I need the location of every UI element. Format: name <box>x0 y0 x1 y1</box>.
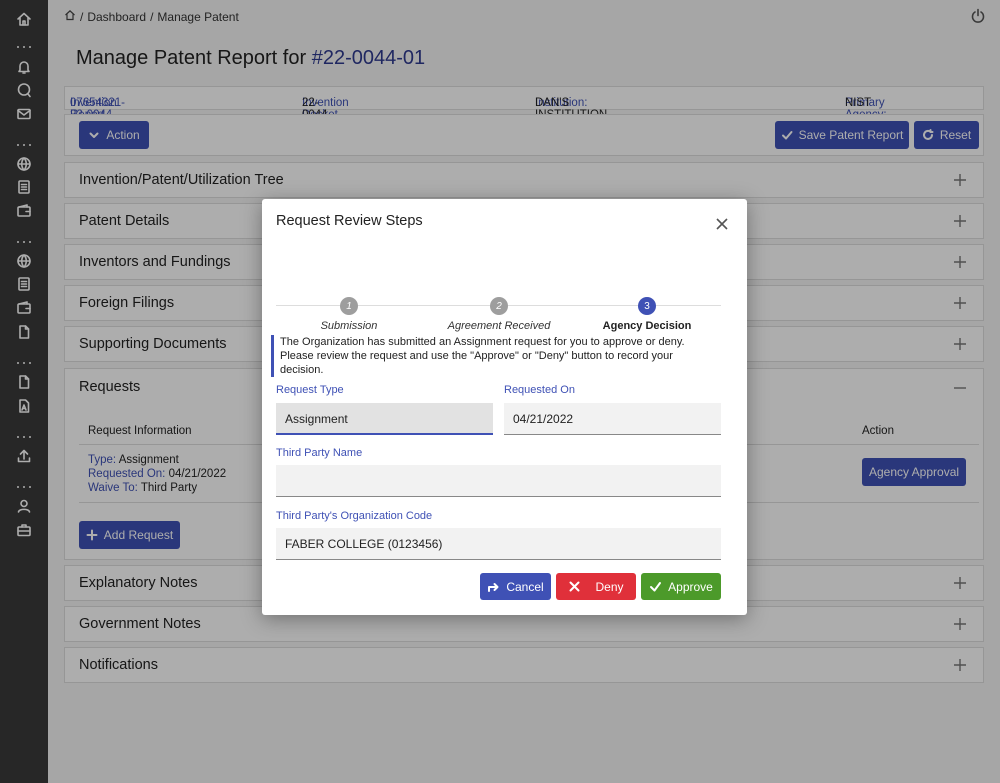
step-number: 2 <box>490 297 508 315</box>
deny-label: Deny <box>595 579 624 594</box>
instruction-message: The Organization has submitted an Assign… <box>271 335 711 377</box>
approve-label: Approve <box>668 579 713 594</box>
request-type-field: Assignment <box>276 403 493 435</box>
step-label: Submission <box>320 320 378 332</box>
org-code-field[interactable]: FABER COLLEGE (0123456) <box>276 528 721 560</box>
close-icon[interactable] <box>715 217 729 231</box>
requested-on-label: Requested On <box>504 384 575 396</box>
step-agreement-received: 2 Agreement Received <box>424 297 574 332</box>
third-party-name-field[interactable] <box>276 465 721 497</box>
dialog-title: Request Review Steps <box>276 213 423 229</box>
step-label: Agreement Received <box>447 320 551 332</box>
cancel-label: Cancel <box>506 579 544 594</box>
step-label: Agency Decision <box>602 320 692 332</box>
check-icon <box>650 582 662 592</box>
third-party-name-label: Third Party Name <box>276 447 363 459</box>
redo-arrow-icon <box>488 583 499 592</box>
step-submission: 1 Submission <box>274 297 424 332</box>
approve-button[interactable]: Approve <box>641 573 721 600</box>
step-number: 3 <box>638 297 656 315</box>
request-type-label: Request Type <box>276 384 344 396</box>
org-code-label: Third Party's Organization Code <box>276 510 433 522</box>
step-agency-decision: 3 Agency Decision <box>572 297 722 332</box>
requested-on-field[interactable]: 04/21/2022 <box>504 403 721 435</box>
deny-button[interactable]: Deny <box>556 573 636 600</box>
cancel-button[interactable]: Cancel <box>480 573 551 600</box>
step-number: 1 <box>340 297 358 315</box>
request-review-dialog: Request Review Steps 1 Submission 2 Agre… <box>262 199 747 615</box>
x-icon <box>569 581 580 592</box>
